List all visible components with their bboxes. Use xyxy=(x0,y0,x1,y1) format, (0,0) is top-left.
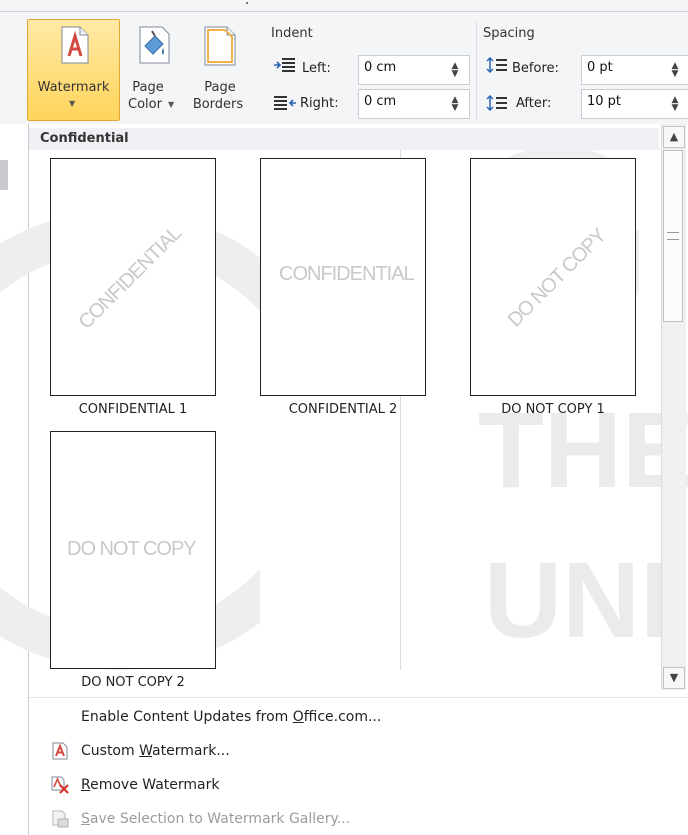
gallery-caption: DO NOT COPY 1 xyxy=(501,402,605,417)
page-color-dropdown-arrow[interactable]: ▼ xyxy=(168,100,174,109)
page-borders-label-line2[interactable]: Borders xyxy=(186,96,250,113)
indent-left-label: Left: xyxy=(302,61,331,76)
indent-right-value: 0 cm xyxy=(364,94,397,109)
menu-enable-content-updates[interactable]: Enable Content Updates from Office.com..… xyxy=(81,709,381,725)
indent-left-value: 0 cm xyxy=(364,60,397,75)
spacing-before-label: Before: xyxy=(512,61,559,76)
watermark-preview-text: CONFIDENTIAL xyxy=(74,222,186,334)
page-borders-label-line1[interactable]: Page xyxy=(192,79,248,96)
ribbon-top-divider xyxy=(0,11,688,12)
scroll-up-button[interactable]: ▲ xyxy=(663,126,685,148)
scroll-down-button[interactable]: ▼ xyxy=(663,667,685,689)
indent-left-icon xyxy=(274,58,295,72)
menu-text: ave Selection to Watermark Gallery... xyxy=(89,811,351,827)
menu-text: Custom xyxy=(81,743,140,759)
menu-save-selection-to-gallery: Save Selection to Watermark Gallery... xyxy=(81,811,350,827)
menu-text: ffice.com... xyxy=(303,709,382,725)
spacing-group-title: Spacing xyxy=(483,26,535,41)
save-selection-icon xyxy=(52,810,69,828)
menu-text: Enable Content Updates from xyxy=(81,709,293,725)
menu-text-accel: O xyxy=(292,709,304,725)
indent-right-icon xyxy=(274,96,296,110)
watermark-preview-text: CONFIDENTIAL xyxy=(279,263,415,285)
watermark-preview-text: DO NOT COPY xyxy=(67,538,197,560)
watermark-preview-text: DO NOT COPY xyxy=(503,224,611,332)
ribbon-dot xyxy=(246,2,248,4)
menu-custom-watermark[interactable]: Custom Watermark... xyxy=(81,743,230,759)
gallery-caption: DO NOT COPY 2 xyxy=(81,675,185,690)
menu-text-accel: R xyxy=(81,777,91,793)
gallery-section-title: Confidential xyxy=(40,131,129,146)
indent-right-spinner[interactable]: ▲ ▼ xyxy=(450,96,460,113)
custom-watermark-icon xyxy=(52,742,68,760)
watermark-icon xyxy=(61,26,89,64)
page-borders-icon xyxy=(204,26,236,66)
gallery-item-do-not-copy-1[interactable]: DO NOT COPY xyxy=(470,158,636,396)
gallery-caption: CONFIDENTIAL 2 xyxy=(288,402,398,417)
page-color-label-line2[interactable]: Color xyxy=(124,96,166,113)
watermark-dropdown-arrow: ▼ xyxy=(69,99,76,108)
scroll-grip-icon xyxy=(667,232,679,240)
gallery-item-do-not-copy-2[interactable]: DO NOT COPY xyxy=(50,431,216,669)
spacing-before-icon xyxy=(486,56,507,74)
spacing-after-spinner[interactable]: ▲ ▼ xyxy=(670,96,680,113)
menu-text: emove Watermark xyxy=(90,777,220,793)
gallery-item-confidential-1[interactable]: CONFIDENTIAL xyxy=(50,158,216,396)
menu-separator xyxy=(29,697,688,698)
indent-left-spinner[interactable]: ▲ ▼ xyxy=(450,62,460,79)
menu-text-accel: W xyxy=(139,743,153,759)
gallery-caption: CONFIDENTIAL 1 xyxy=(78,402,188,417)
menu-remove-watermark[interactable]: Remove Watermark xyxy=(81,777,220,793)
page-color-icon xyxy=(139,26,170,64)
background-text-uni: UNI xyxy=(484,539,670,660)
remove-watermark-icon xyxy=(51,776,69,794)
spacing-before-spinner[interactable]: ▲ ▼ xyxy=(670,62,680,79)
spacing-before-value: 0 pt xyxy=(587,60,613,75)
indent-group-title: Indent xyxy=(271,26,313,41)
menu-text: atermark... xyxy=(152,743,230,759)
gallery-item-confidential-2[interactable]: CONFIDENTIAL xyxy=(260,158,426,396)
page-color-label-line1[interactable]: Page xyxy=(120,79,176,96)
indent-right-label: Right: xyxy=(300,96,339,111)
menu-text-accel: S xyxy=(81,811,90,827)
ruler-stub xyxy=(0,160,8,190)
watermark-label: Watermark xyxy=(37,80,110,95)
